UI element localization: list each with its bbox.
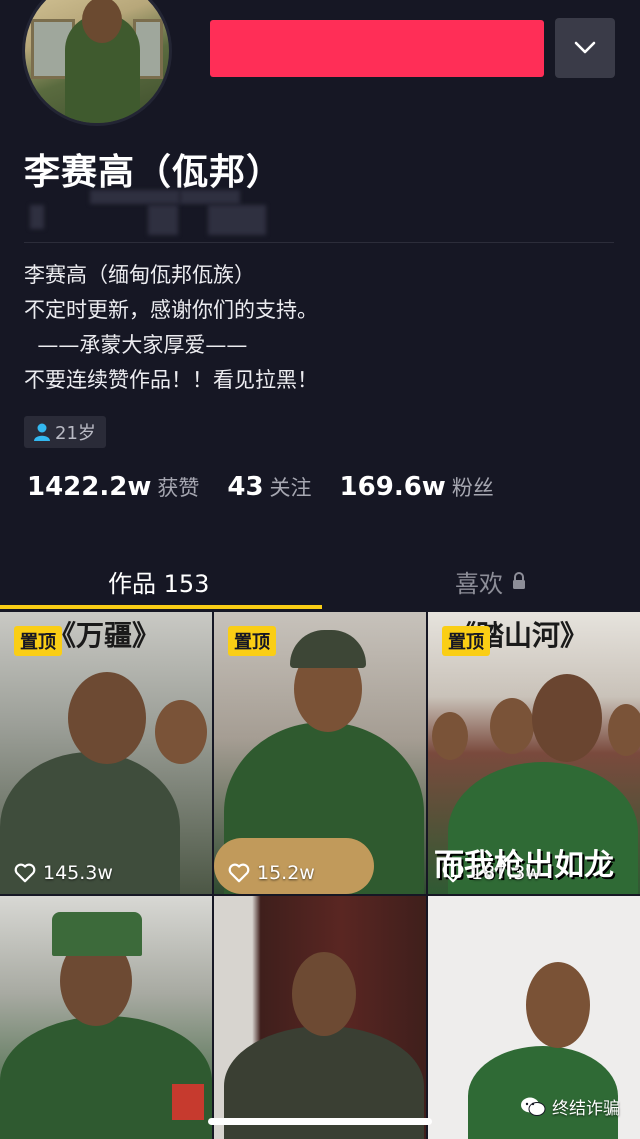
profile-stats: 1422.2w 获赞 43 关注 169.6w 粉丝 (27, 472, 522, 502)
video-face (432, 712, 468, 760)
video-likes: 187.3w (442, 862, 541, 884)
video-title: 《万疆》 (48, 619, 161, 652)
heart-icon (442, 863, 464, 883)
profile-bio: 李赛高（缅甸佤邦佤族） 不定时更新，感谢你们的支持。 ——承蒙大家厚爱—— 不要… (24, 258, 318, 398)
more-dropdown-button[interactable] (555, 18, 615, 78)
video-thumbnail[interactable] (214, 896, 426, 1139)
redacted-follow-button[interactable] (210, 20, 544, 77)
video-likes-count: 187.3w (471, 862, 541, 884)
video-thumbnail[interactable]: 《踏山河》 而我枪出如龙 置顶 187.3w (428, 612, 640, 894)
video-likes-count: 145.3w (43, 862, 113, 884)
stat-likes[interactable]: 1422.2w 获赞 (27, 472, 199, 502)
video-face (490, 698, 534, 754)
stat-followers-value: 169.6w (339, 472, 446, 502)
video-face (68, 672, 146, 764)
stat-following-label: 关注 (269, 476, 312, 500)
video-face (608, 704, 640, 756)
stat-following-value: 43 (227, 472, 264, 502)
video-face (292, 952, 356, 1036)
wechat-icon (521, 1097, 546, 1116)
age-tag: 21岁 (24, 416, 106, 448)
tab-likes-label: 喜欢 (455, 569, 503, 598)
bio-line: ——承蒙大家厚爱—— (24, 333, 248, 357)
video-likes-count: 15.2w (257, 862, 315, 884)
video-face (526, 962, 590, 1048)
stat-followers[interactable]: 169.6w 粉丝 (340, 472, 494, 502)
profile-name: 李赛高（佤邦） (24, 152, 284, 193)
watermark: 终结诈骗 (520, 1094, 620, 1119)
tab-works-label: 作品 153 (108, 569, 210, 598)
person-icon (34, 423, 50, 441)
heart-icon (14, 863, 36, 883)
bio-line: 李赛高（缅甸佤邦佤族） (24, 263, 255, 287)
video-armband (172, 1084, 204, 1120)
video-likes: 145.3w (14, 862, 113, 884)
home-indicator[interactable] (208, 1118, 432, 1125)
pinned-badge: 置顶 (14, 626, 62, 656)
tab-likes[interactable]: 喜欢 (455, 552, 527, 610)
chevron-down-icon (574, 41, 596, 54)
video-likes: 15.2w (228, 862, 315, 884)
watermark-text: 终结诈骗 (552, 1099, 620, 1119)
video-person (468, 1046, 618, 1139)
stat-followers-label: 粉丝 (451, 476, 494, 500)
tab-works[interactable]: 作品 153 (108, 552, 209, 610)
bio-line: 不定时更新，感谢你们的支持。 (24, 298, 318, 322)
age-label: 21岁 (55, 423, 96, 444)
video-person (0, 1016, 212, 1139)
stat-likes-value: 1422.2w (27, 472, 152, 502)
header-divider (24, 242, 614, 243)
video-face (155, 700, 207, 764)
profile-avatar[interactable] (22, 0, 172, 126)
lock-icon (513, 572, 525, 589)
stat-following[interactable]: 43 关注 (227, 472, 311, 502)
video-thumbnail[interactable]: 置顶 15.2w (214, 612, 426, 894)
video-thumbnail[interactable] (0, 896, 212, 1139)
bio-line: 不要连续赞作品！！看见拉黑！ (24, 368, 318, 392)
video-cap (52, 912, 142, 956)
active-tab-indicator (0, 605, 322, 609)
heart-icon (228, 863, 250, 883)
stat-likes-label: 获赞 (157, 476, 200, 500)
video-face (532, 674, 602, 762)
video-thumbnail[interactable]: 《万疆》 置顶 145.3w (0, 612, 212, 894)
pinned-badge: 置顶 (442, 626, 490, 656)
profile-tabs: 作品 153 喜欢 (0, 552, 640, 610)
pinned-badge: 置顶 (228, 626, 276, 656)
